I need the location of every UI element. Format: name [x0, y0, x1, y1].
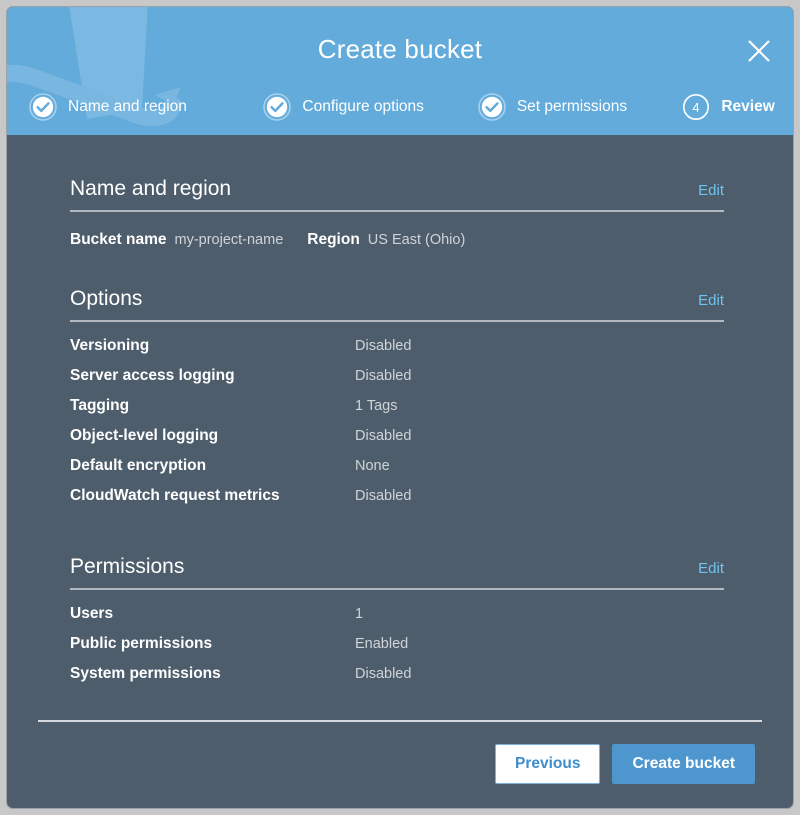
wizard-step-set-permissions[interactable]: Set permissions — [456, 93, 660, 121]
region-label: Region — [307, 231, 360, 248]
svg-text:4: 4 — [693, 100, 700, 115]
name-and-region-values: Bucket name my-project-name Region US Ea… — [70, 212, 730, 249]
check-circle-icon — [478, 93, 506, 121]
permissions-row: Users 1 — [70, 605, 730, 635]
close-icon[interactable] — [741, 33, 777, 69]
options-row: Object-level logging Disabled — [70, 427, 730, 457]
wizard-step-label: Name and region — [68, 98, 187, 115]
option-value: Disabled — [355, 488, 412, 504]
section-permissions: Permissions Edit Users 1 Public permissi… — [70, 555, 730, 695]
wizard-step-label: Configure options — [302, 98, 424, 115]
permission-value: 1 — [355, 606, 364, 622]
create-bucket-dialog: Create bucket Name and region Configure … — [6, 6, 794, 809]
option-value: Disabled — [355, 428, 412, 444]
section-options: Options Edit Versioning Disabled Server … — [70, 287, 730, 517]
option-label: Server access logging — [70, 367, 235, 384]
permission-label: Public permissions — [70, 635, 213, 652]
section-title: Permissions — [70, 555, 185, 578]
wizard-step-label: Review — [721, 98, 775, 115]
wizard-step-review[interactable]: 4 Review — [660, 93, 793, 121]
edit-permissions-link[interactable]: Edit — [698, 560, 724, 577]
section-name-and-region: Name and region Edit Bucket name my-proj… — [70, 177, 730, 249]
dialog-header: Create bucket Name and region Configure … — [7, 7, 793, 135]
footer-actions: Previous Create bucket — [31, 744, 769, 784]
permission-value: Enabled — [355, 636, 409, 652]
permissions-row: Public permissions Enabled — [70, 635, 730, 665]
option-label: Default encryption — [70, 457, 207, 474]
section-header: Name and region Edit — [70, 177, 724, 210]
permissions-row: System permissions Disabled — [70, 665, 730, 695]
option-value: None — [355, 458, 390, 474]
options-row: Default encryption None — [70, 457, 730, 487]
dialog-footer: Previous Create bucket — [7, 720, 793, 808]
option-label: Versioning — [70, 337, 150, 354]
footer-divider — [38, 720, 762, 723]
edit-name-and-region-link[interactable]: Edit — [698, 182, 724, 199]
check-circle-icon — [263, 93, 292, 121]
option-label: Object-level logging — [70, 427, 219, 444]
bucket-name-label: Bucket name — [70, 231, 167, 248]
options-row: Server access logging Disabled — [70, 367, 730, 397]
options-row: Versioning Disabled — [70, 337, 730, 367]
permissions-list: Users 1 Public permissions Enabled Syste… — [70, 590, 730, 695]
region-value: US East (Ohio) — [367, 232, 466, 248]
section-title: Name and region — [70, 177, 232, 200]
option-value: Disabled — [355, 368, 412, 384]
section-header: Permissions Edit — [70, 555, 724, 588]
step-number-icon: 4 — [682, 93, 710, 121]
create-bucket-button[interactable]: Create bucket — [612, 744, 755, 784]
option-label: CloudWatch request metrics — [70, 487, 280, 504]
permission-label: System permissions — [70, 665, 221, 682]
bucket-name-value: my-project-name — [174, 232, 284, 248]
options-row: Tagging 1 Tags — [70, 397, 730, 427]
previous-button[interactable]: Previous — [495, 744, 601, 784]
options-list: Versioning Disabled Server access loggin… — [70, 322, 730, 517]
option-value: Disabled — [355, 338, 412, 354]
wizard-step-configure-options[interactable]: Configure options — [241, 93, 455, 121]
wizard-step-name-and-region[interactable]: Name and region — [7, 93, 241, 121]
dialog-body: Name and region Edit Bucket name my-proj… — [7, 135, 793, 720]
wizard-steps: Name and region Configure options Set pe… — [7, 93, 793, 121]
dialog-title: Create bucket — [317, 34, 483, 64]
section-title: Options — [70, 287, 143, 310]
wizard-step-label: Set permissions — [516, 98, 628, 115]
option-value: 1 Tags — [355, 398, 398, 414]
check-circle-icon — [29, 93, 57, 121]
options-row: CloudWatch request metrics Disabled — [70, 487, 730, 517]
edit-options-link[interactable]: Edit — [698, 292, 724, 309]
permission-value: Disabled — [355, 666, 412, 682]
permission-label: Users — [70, 605, 114, 622]
option-label: Tagging — [70, 397, 130, 414]
section-header: Options Edit — [70, 287, 724, 320]
